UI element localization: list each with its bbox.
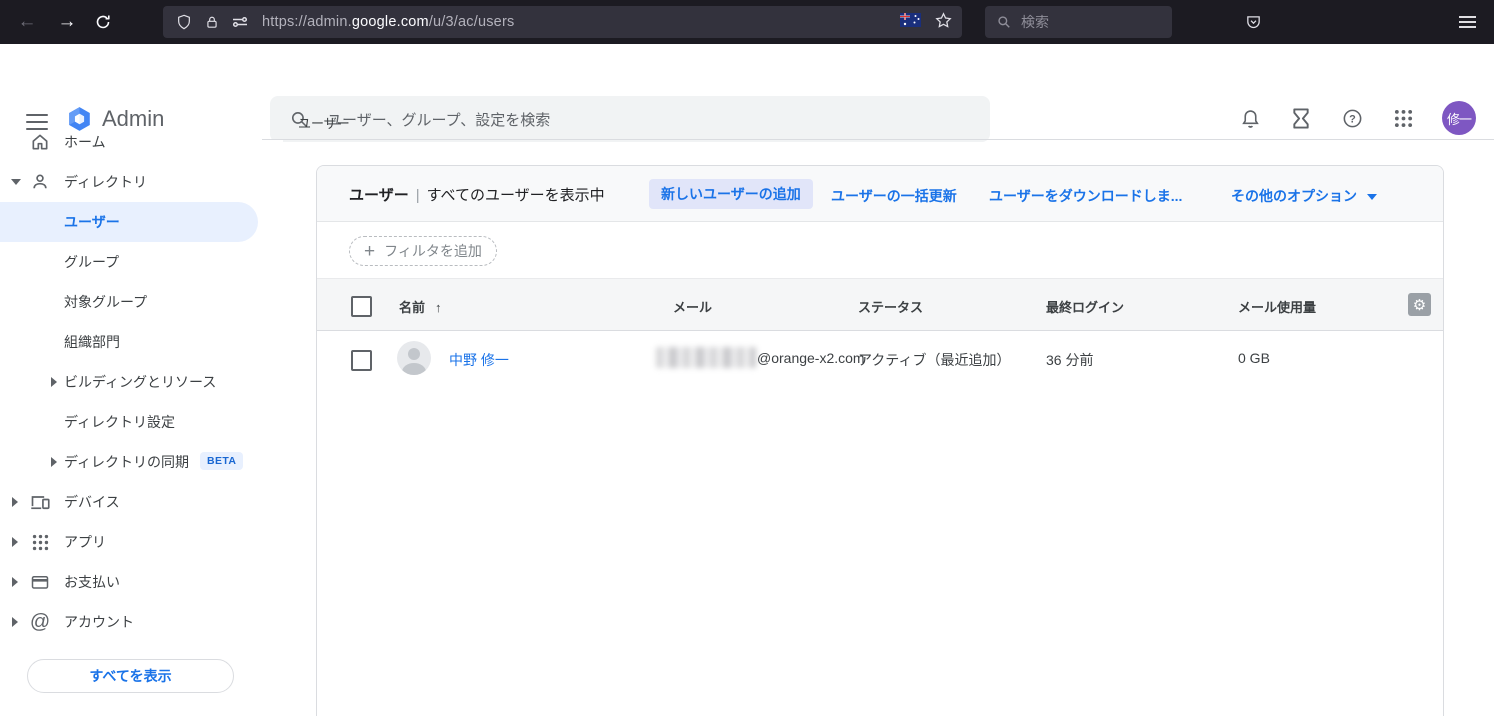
plus-icon: + — [364, 242, 375, 261]
users-table-header: 名前↑ メール ステータス 最終ログイン メール使用量 ⚙ — [317, 278, 1443, 331]
extension-flag-icon[interactable] — [900, 13, 921, 31]
screen: ← → https://admin.google.com/u/3/ac/user… — [0, 0, 1494, 716]
user-email-usage: 0 GB — [1238, 350, 1270, 366]
sidebar-item-devices[interactable]: デバイス — [0, 482, 258, 522]
users-toolbar: ユーザー|すべてのユーザーを表示中 新しいユーザーの追加 ユーザーの一括更新 ユ… — [317, 166, 1443, 222]
sidebar-item-directory-settings[interactable]: ディレクトリ設定 — [0, 402, 258, 442]
column-header-name[interactable]: 名前↑ — [399, 297, 442, 316]
breadcrumb-divider — [262, 139, 1494, 140]
users-card-title: ユーザー|すべてのユーザーを表示中 — [349, 184, 605, 205]
show-all-button[interactable]: すべてを表示 — [27, 659, 234, 693]
column-header-status[interactable]: ステータス — [858, 297, 923, 316]
download-users-link[interactable]: ユーザーをダウンロードしま... — [989, 186, 1182, 206]
sort-ascending-icon[interactable]: ↑ — [435, 300, 442, 315]
add-user-button[interactable]: 新しいユーザーの追加 — [649, 179, 813, 209]
sidebar-item-directory-sync[interactable]: ディレクトリの同期 BETA — [0, 442, 258, 482]
url-text: https://admin.google.com/u/3/ac/users — [262, 14, 514, 30]
menu-icon[interactable] — [1452, 7, 1482, 37]
svg-text:?: ? — [1349, 113, 1356, 125]
add-filter-chip[interactable]: + フィルタを追加 — [349, 236, 497, 266]
notifications-bell-icon[interactable] — [1238, 106, 1262, 130]
person-icon — [30, 172, 50, 192]
sidebar-nav: ホーム ディレクトリ ユーザー グループ 対象グループ 組織部門 ビルディングと… — [0, 140, 283, 716]
apps-grid-icon — [30, 532, 50, 552]
column-header-email-usage[interactable]: メール使用量 — [1238, 297, 1316, 316]
dropdown-arrow-icon — [1367, 194, 1377, 200]
back-icon[interactable]: ← — [12, 7, 42, 37]
sidebar-item-groups[interactable]: グループ — [0, 242, 258, 282]
redacted-email-prefix — [656, 347, 756, 368]
sidebar-item-home[interactable]: ホーム — [0, 122, 258, 162]
bulk-update-users-link[interactable]: ユーザーの一括更新 — [831, 186, 957, 206]
user-avatar — [397, 341, 431, 375]
devices-icon — [30, 492, 50, 512]
tasks-hourglass-icon[interactable] — [1289, 106, 1313, 130]
chevron-down-icon[interactable] — [11, 179, 21, 185]
admin-search-bar[interactable]: ユーザー、グループ、設定を検索 — [270, 96, 990, 142]
row-checkbox[interactable] — [351, 350, 372, 371]
forward-icon[interactable]: → — [52, 7, 82, 37]
user-last-login: 36 分前 — [1046, 350, 1093, 370]
user-name-link[interactable]: 中野 修一 — [449, 350, 509, 370]
permissions-icon[interactable] — [232, 15, 248, 29]
user-email-domain: @orange-x2.com — [757, 350, 865, 366]
table-settings-gear-icon[interactable]: ⚙ — [1408, 293, 1431, 316]
filter-row: + フィルタを追加 — [317, 222, 1443, 278]
breadcrumb[interactable]: ユーザー — [298, 113, 350, 132]
chevron-right-icon[interactable] — [12, 577, 18, 587]
url-bar[interactable]: https://admin.google.com/u/3/ac/users — [163, 6, 962, 38]
user-status: アクティブ（最近追加） — [858, 350, 1010, 370]
credit-card-icon — [30, 572, 50, 592]
pocket-icon[interactable] — [1238, 7, 1268, 37]
lock-icon[interactable] — [205, 15, 219, 30]
home-icon — [30, 132, 50, 152]
column-header-last-login[interactable]: 最終ログイン — [1046, 297, 1124, 316]
chevron-right-icon[interactable] — [12, 497, 18, 507]
chevron-right-icon[interactable] — [51, 377, 57, 387]
shield-icon[interactable] — [176, 14, 192, 30]
browser-search-field[interactable]: 検索 — [985, 6, 1172, 38]
account-avatar[interactable]: 修一 — [1442, 101, 1476, 135]
sidebar-item-users[interactable]: ユーザー — [0, 202, 258, 242]
chevron-right-icon[interactable] — [12, 617, 18, 627]
column-header-email[interactable]: メール — [673, 297, 712, 316]
beta-badge: BETA — [200, 452, 243, 470]
sidebar-item-apps[interactable]: アプリ — [0, 522, 258, 562]
chevron-right-icon[interactable] — [12, 537, 18, 547]
sidebar-item-org-units[interactable]: 組織部門 — [0, 322, 258, 362]
sidebar-item-directory[interactable]: ディレクトリ — [0, 162, 258, 202]
bookmark-star-icon[interactable] — [935, 12, 952, 33]
browser-search-placeholder: 検索 — [1021, 12, 1049, 32]
browser-toolbar: ← → https://admin.google.com/u/3/ac/user… — [0, 0, 1494, 44]
sidebar-item-billing[interactable]: お支払い — [0, 562, 258, 602]
at-sign-icon: @ — [30, 612, 50, 632]
more-options-menu[interactable]: その他のオプション — [1231, 186, 1377, 206]
admin-search-placeholder: ユーザー、グループ、設定を検索 — [327, 109, 550, 130]
help-icon[interactable]: ? — [1340, 106, 1364, 130]
reload-icon[interactable] — [88, 7, 118, 37]
google-apps-grid-icon[interactable] — [1391, 106, 1415, 130]
users-card: ユーザー|すべてのユーザーを表示中 新しいユーザーの追加 ユーザーの一括更新 ユ… — [316, 165, 1444, 716]
table-row[interactable]: 中野 修一 @orange-x2.com アクティブ（最近追加） 36 分前 0… — [317, 331, 1443, 386]
sidebar-item-target-groups[interactable]: 対象グループ — [0, 282, 258, 322]
sidebar-item-account[interactable]: @ アカウント — [0, 602, 258, 642]
sidebar-item-buildings-resources[interactable]: ビルディングとリソース — [0, 362, 258, 402]
select-all-checkbox[interactable] — [351, 296, 372, 317]
chevron-right-icon[interactable] — [51, 457, 57, 467]
